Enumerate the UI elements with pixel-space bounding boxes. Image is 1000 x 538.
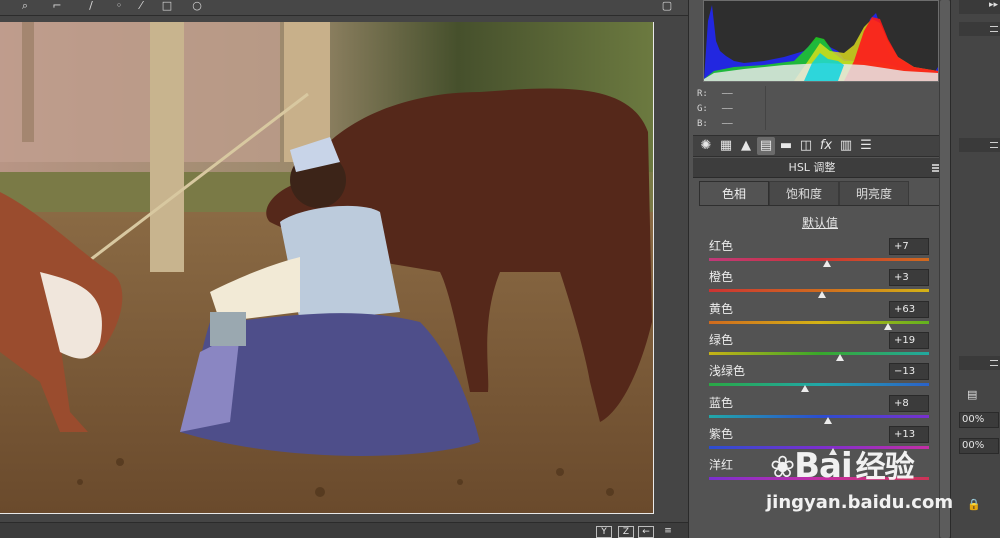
default-link[interactable]: 默认值: [689, 214, 951, 231]
slider-track[interactable]: [709, 320, 929, 324]
watermark-logo: ❀Bai 经验: [770, 446, 915, 486]
slider-value-field[interactable]: +19: [889, 331, 929, 349]
dock-header-4: [959, 356, 1000, 370]
readout-divider: [765, 86, 766, 130]
baidu-watermark: ❀Bai 经验 jingyan.baidu.com: [764, 428, 954, 524]
swap-button[interactable]: ←: [638, 526, 654, 538]
slider-thumb[interactable]: [835, 353, 844, 361]
slider-label: 蓝色: [709, 395, 734, 410]
slider-thumb[interactable]: [818, 291, 827, 299]
grid-icon[interactable]: ▦: [717, 137, 735, 155]
zoom-icon[interactable]: ⌕: [18, 0, 32, 12]
dock-doc-icon[interactable]: ▤: [967, 388, 977, 401]
hsl-slider-row: 橙色 +3: [707, 269, 933, 299]
preview-photo: [0, 22, 654, 514]
slider-thumb[interactable]: [884, 322, 893, 330]
slider-track[interactable]: [709, 414, 929, 418]
fill-field[interactable]: 00%: [959, 438, 999, 454]
mountain-icon[interactable]: ▲: [737, 137, 755, 155]
slider-value-field[interactable]: +8: [889, 394, 929, 412]
slider-value-field[interactable]: −13: [889, 363, 929, 381]
dock-header-2: [959, 22, 1000, 36]
hsl-slider-row: 绿色 +19: [707, 331, 933, 362]
presets-icon[interactable]: ☰: [857, 137, 875, 155]
rect-icon[interactable]: □: [160, 0, 174, 12]
slider-track[interactable]: [709, 351, 929, 355]
eyedropper-icon[interactable]: ⁄: [134, 0, 148, 12]
tab-luminance[interactable]: 明亮度: [839, 181, 909, 205]
slider-label: 橙色: [709, 270, 734, 285]
opacity-field[interactable]: 00%: [959, 412, 999, 428]
hsl-slider-row: 浅绿色 −13: [707, 363, 933, 393]
redeye-icon[interactable]: ◦: [112, 0, 126, 12]
top-toolbar: ⌕ ⌐ / ◦ ⁄ □ ○ ▢: [0, 0, 688, 16]
split-tone-icon[interactable]: ▬: [777, 137, 795, 155]
settings-button[interactable]: ≡: [660, 526, 676, 538]
compare-z-button[interactable]: Z: [618, 526, 634, 538]
crop-icon[interactable]: ⌐: [50, 0, 64, 12]
panel-header: HSL 调整: [693, 158, 947, 178]
aperture-icon[interactable]: ✺: [697, 137, 715, 155]
slider-label: 洋红: [709, 458, 734, 473]
tab-saturation[interactable]: 饱和度: [769, 181, 839, 205]
photo-editor-window: ⌕ ⌐ / ◦ ⁄ □ ○ ▢ Y Z ← ≡ R: —— G: —— B: —…: [0, 0, 1000, 538]
slider-value-field[interactable]: +63: [889, 300, 929, 318]
slider-value-field[interactable]: +3: [889, 269, 929, 287]
hsl-tabs: 色相 饱和度 明亮度: [699, 181, 909, 205]
slider-label: 红色: [709, 239, 734, 253]
preview-image: [0, 22, 653, 513]
camera-calibration-icon[interactable]: ▥: [837, 137, 855, 155]
hsl-slider-row: 蓝色 +8: [707, 394, 933, 425]
slider-label: 黄色: [709, 301, 734, 316]
detail-icon[interactable]: ◫: [797, 137, 815, 155]
right-dock: ▸▸ ▤ 00% 00% 🔒: [950, 0, 1000, 538]
tab-hue[interactable]: 色相: [699, 181, 769, 205]
slider-track[interactable]: [709, 258, 929, 261]
dock-menu-icon-2[interactable]: [990, 142, 998, 148]
slider-label: 浅绿色: [709, 364, 746, 379]
slider-thumb[interactable]: [800, 385, 809, 393]
slider-thumb[interactable]: [823, 416, 832, 424]
rotate-icon[interactable]: ○: [190, 0, 204, 12]
dock-header-3: [959, 138, 1000, 152]
hsl-icon[interactable]: ▤: [757, 137, 775, 155]
slider-label: 紫色: [709, 426, 734, 441]
canvas-area[interactable]: [0, 16, 688, 522]
lock-icon[interactable]: 🔒: [967, 498, 981, 511]
slider-thumb[interactable]: [822, 260, 831, 267]
brush-icon[interactable]: /: [84, 0, 98, 12]
fullscreen-icon[interactable]: ▢: [660, 0, 674, 12]
dock-menu-icon[interactable]: [990, 26, 998, 32]
canvas-bottom-bar: Y Z ← ≡: [0, 522, 688, 538]
fx-icon[interactable]: fx: [817, 137, 835, 155]
histogram: [703, 0, 939, 82]
dock-header-1: ▸▸: [959, 0, 1000, 14]
panel-title: HSL 调整: [788, 161, 836, 174]
slider-track[interactable]: [709, 383, 929, 387]
tab-divider: [699, 205, 939, 206]
compare-y-button[interactable]: Y: [596, 526, 612, 538]
hsl-slider-row: 黄色 +63: [707, 300, 933, 331]
slider-label: 绿色: [709, 332, 734, 347]
hsl-slider-row: 红色 +7: [707, 238, 933, 268]
watermark-url: jingyan.baidu.com: [766, 492, 954, 513]
paw-icon: ❀: [770, 450, 795, 485]
panel-icon-row: ✺ ▦ ▲ ▤ ▬ ◫ fx ▥ ☰: [693, 135, 947, 157]
dock-menu-icon-3[interactable]: [990, 360, 998, 366]
histogram-graph: [704, 1, 938, 81]
slider-value-field[interactable]: +7: [889, 238, 929, 255]
collapse-icon[interactable]: ▸▸: [989, 0, 998, 10]
